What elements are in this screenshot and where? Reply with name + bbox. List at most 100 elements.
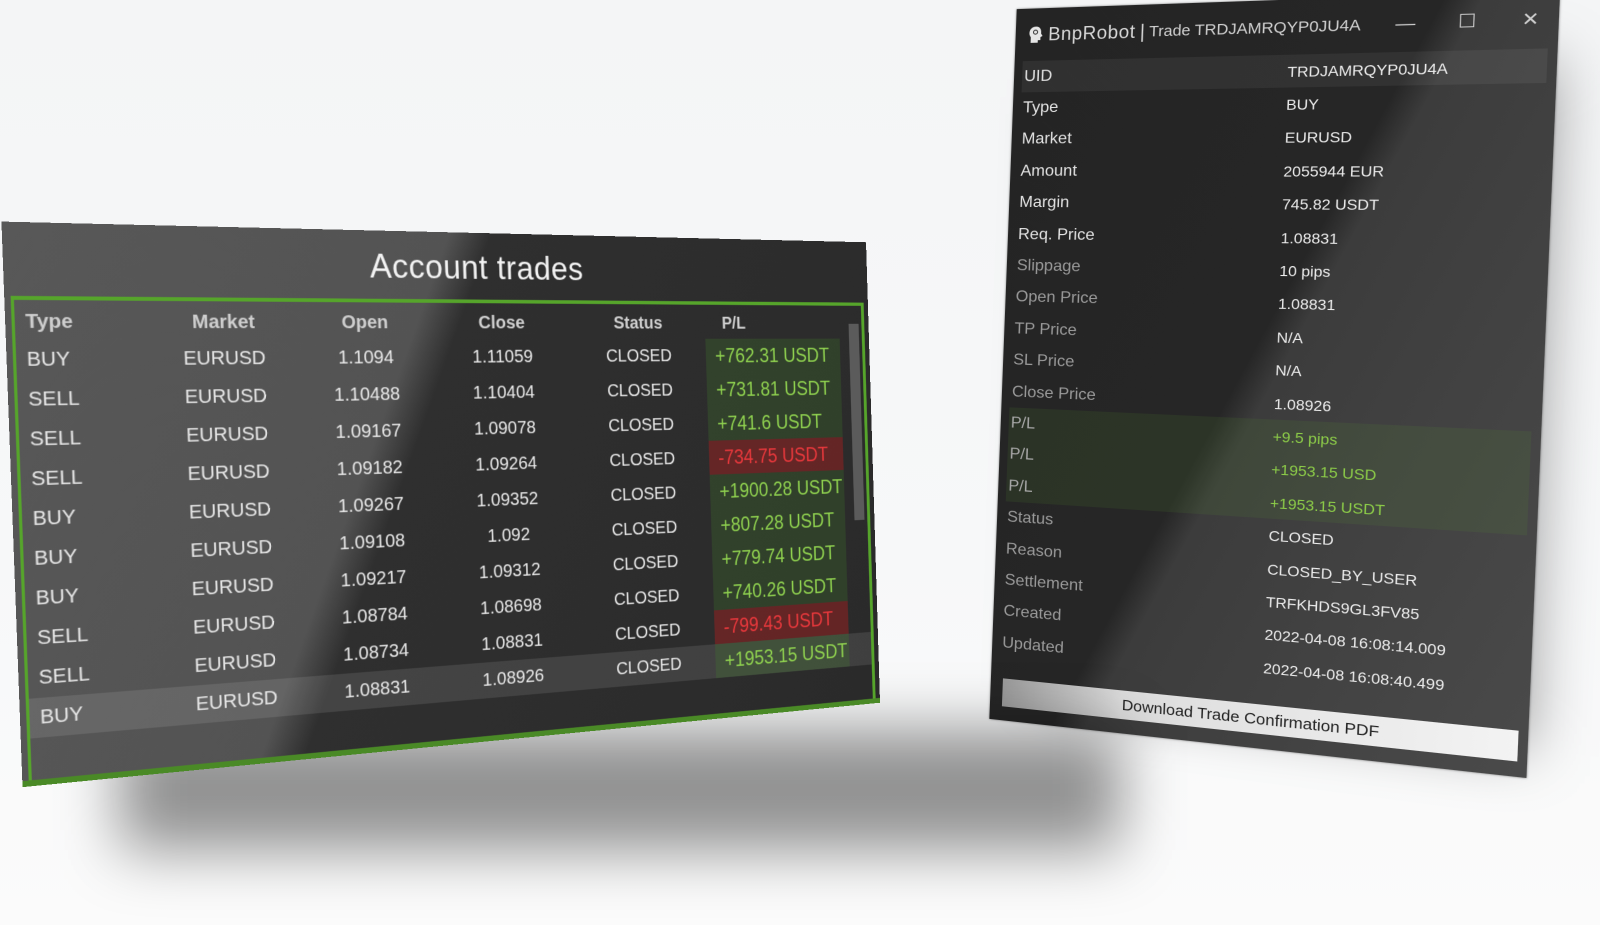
cell-open: 1.09267 xyxy=(337,493,405,517)
property-value: 1.08831 xyxy=(1280,229,1339,247)
cell-type: SELL xyxy=(38,662,91,689)
property-label: Market xyxy=(1021,130,1073,149)
close-button[interactable]: ✕ xyxy=(1516,7,1544,32)
cell-status: CLOSED xyxy=(609,449,676,471)
title-separator: | xyxy=(1139,20,1146,42)
cell-close: 1.11059 xyxy=(472,346,534,367)
cell-close: 1.08831 xyxy=(481,630,544,655)
property-label: Type xyxy=(1022,98,1059,117)
scroll-gutter xyxy=(849,649,863,650)
cell-status: CLOSED xyxy=(613,585,680,610)
cell-open: 1.08734 xyxy=(342,639,410,665)
cell-pl-loss: -734.75 USDT xyxy=(708,437,844,475)
cell-type: BUY xyxy=(35,584,80,610)
cell-type: BUY xyxy=(26,348,71,371)
property-value: 1.08926 xyxy=(1273,394,1332,415)
maximize-button[interactable]: ☐ xyxy=(1454,9,1481,34)
property-label: Margin xyxy=(1019,194,1070,212)
column-header-market[interactable]: Market xyxy=(149,312,296,340)
property-label: SL Price xyxy=(1012,351,1075,371)
cell-open: 1.09167 xyxy=(335,420,402,443)
cell-market: EURUSD xyxy=(191,574,274,600)
trade-properties-list: UID TRDJAMRQYP0JU4A Type BUY Market EURUSD Amo… xyxy=(992,48,1558,710)
cell-open: 1.09108 xyxy=(339,530,406,554)
cell-close: 1.09264 xyxy=(475,453,538,475)
property-label: Slippage xyxy=(1016,257,1081,276)
property-value: 745.82 USDT xyxy=(1281,195,1380,214)
cell-open: 1.09182 xyxy=(336,457,403,480)
scroll-gutter xyxy=(847,584,861,585)
cell-status: CLOSED xyxy=(606,380,674,401)
column-header-status[interactable]: Status xyxy=(569,313,706,339)
property-row: Market EURUSD xyxy=(1019,118,1545,156)
cell-close: 1.092 xyxy=(487,524,531,547)
robot-head-logo-icon xyxy=(1029,26,1043,43)
cell-type: SELL xyxy=(30,466,83,490)
cell-type: BUY xyxy=(32,506,77,530)
cell-status: CLOSED xyxy=(612,551,679,575)
cell-market: EURUSD xyxy=(185,423,269,447)
cell-market: EURUSD xyxy=(194,649,277,677)
window-title: Trade TRDJAMRQYP0JU4A xyxy=(1148,15,1362,41)
property-value: TRDJAMRQYP0JU4A xyxy=(1287,59,1449,80)
cell-close: 1.10404 xyxy=(472,382,536,403)
property-value: 2055944 EUR xyxy=(1283,162,1385,180)
cell-open: 1.08784 xyxy=(341,603,408,628)
cell-close: 1.08698 xyxy=(479,594,543,619)
cell-status: CLOSED xyxy=(607,414,675,436)
cell-open: 1.09217 xyxy=(340,566,407,591)
cell-type: SELL xyxy=(29,427,82,451)
property-label: Req. Price xyxy=(1017,225,1096,244)
cell-market: EURUSD xyxy=(187,460,271,485)
scroll-gutter xyxy=(846,551,860,552)
cell-close: 1.09078 xyxy=(473,417,537,439)
column-header-pl[interactable]: P/L xyxy=(705,314,840,339)
property-label: Amount xyxy=(1020,162,1078,180)
property-value: 1.08831 xyxy=(1277,295,1336,314)
cell-market: EURUSD xyxy=(188,498,272,523)
cell-pl-profit: +762.31 USDT xyxy=(705,338,841,373)
property-row: Amount 2055944 EUR xyxy=(1018,153,1543,188)
trades-table: Type Market Open Close Status P/L BUY EUR… xyxy=(10,295,876,781)
cell-market: EURUSD xyxy=(184,385,268,408)
minimize-button[interactable]: — xyxy=(1392,11,1419,36)
cell-open: 1.10488 xyxy=(333,383,401,406)
column-header-close[interactable]: Close xyxy=(432,313,570,339)
account-trades-panel: Account trades Type Market Open Close St… xyxy=(1,221,881,788)
property-value: EURUSD xyxy=(1284,128,1353,147)
scroll-gutter xyxy=(848,616,862,617)
cell-market: EURUSD xyxy=(183,347,267,370)
property-label: TP Price xyxy=(1014,320,1078,340)
cell-status: CLOSED xyxy=(611,517,678,540)
property-label: Close Price xyxy=(1011,382,1097,404)
cell-pl-profit: +741.6 USDT xyxy=(707,404,843,441)
property-label: UID xyxy=(1023,67,1053,85)
trade-detail-window: BnpRobot | Trade TRDJAMRQYP0JU4A — ☐ ✕ U… xyxy=(989,0,1561,779)
cell-close: 1.08926 xyxy=(482,665,545,691)
property-value: 10 pips xyxy=(1279,262,1331,281)
table-header: Type Market Open Close Status P/L xyxy=(14,300,862,340)
cell-type: SELL xyxy=(36,623,89,649)
cell-open: 1.1094 xyxy=(337,347,395,368)
cell-close: 1.09352 xyxy=(476,488,539,511)
property-row: Margin 745.82 USDT xyxy=(1017,187,1542,223)
property-value: N/A xyxy=(1276,328,1304,347)
cell-market: EURUSD xyxy=(192,611,276,639)
cell-market: EURUSD xyxy=(195,687,278,715)
cell-status: CLOSED xyxy=(615,654,682,679)
stage: BnpRobot | Trade TRDJAMRQYP0JU4A — ☐ ✕ U… xyxy=(0,0,1600,925)
cell-close: 1.09312 xyxy=(478,559,541,583)
property-value: +9.5 pips xyxy=(1272,427,1338,449)
app-name: BnpRobot xyxy=(1047,20,1137,44)
table-body: BUY EURUSD 1.1094 1.11059 CLOSED +762.31 USDT… xyxy=(15,338,872,739)
window-controls: — ☐ ✕ xyxy=(1392,7,1545,36)
cell-pl-profit: +731.81 USDT xyxy=(706,371,842,407)
column-header-open[interactable]: Open xyxy=(295,312,433,339)
column-header-type[interactable]: Type xyxy=(14,311,150,340)
property-value: BUY xyxy=(1285,95,1320,114)
cell-status: CLOSED xyxy=(614,620,681,644)
cell-market: EURUSD xyxy=(190,536,273,562)
property-value: N/A xyxy=(1275,361,1302,380)
cell-open: 1.08831 xyxy=(344,676,411,703)
cell-status: CLOSED xyxy=(610,483,677,505)
